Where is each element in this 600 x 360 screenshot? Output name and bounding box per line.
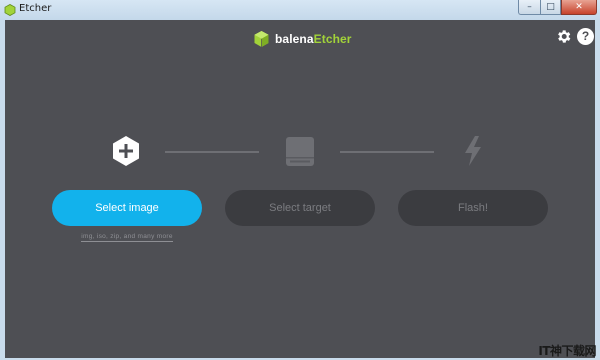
plus-hexagon-icon[interactable] xyxy=(111,135,141,167)
close-button[interactable]: ✕ xyxy=(561,0,597,15)
etcher-app-icon xyxy=(4,4,16,16)
step-connector-2 xyxy=(340,151,434,153)
brand-name-part1: balena xyxy=(275,32,314,46)
minimize-button[interactable]: – xyxy=(518,0,540,15)
window-titlebar[interactable]: Etcher – □ ✕ xyxy=(0,0,600,20)
lightning-icon xyxy=(465,136,481,166)
maximize-button[interactable]: □ xyxy=(540,0,561,15)
site-watermark: IT神下载网 xyxy=(538,344,596,358)
etcher-main: balenaEtcher ? Select image img, iso, zi… xyxy=(5,20,595,358)
window-title: Etcher xyxy=(19,3,52,14)
supported-extensions-hint: img, iso, zip, and many more xyxy=(52,233,202,242)
help-icon[interactable]: ? xyxy=(577,28,594,45)
brand-name: balenaEtcher xyxy=(275,32,352,46)
step-connector-1 xyxy=(165,151,259,153)
select-image-button[interactable]: Select image xyxy=(52,190,202,226)
brand-name-part2: Etcher xyxy=(313,32,352,46)
drive-icon xyxy=(286,137,314,166)
gear-icon[interactable] xyxy=(555,28,572,45)
select-target-button[interactable]: Select target xyxy=(225,190,375,226)
brand-logo: balenaEtcher xyxy=(253,30,352,48)
cube-icon xyxy=(254,31,269,47)
flash-button[interactable]: Flash! xyxy=(398,190,548,226)
extensions-text: img, iso, zip, and many more xyxy=(81,233,173,242)
